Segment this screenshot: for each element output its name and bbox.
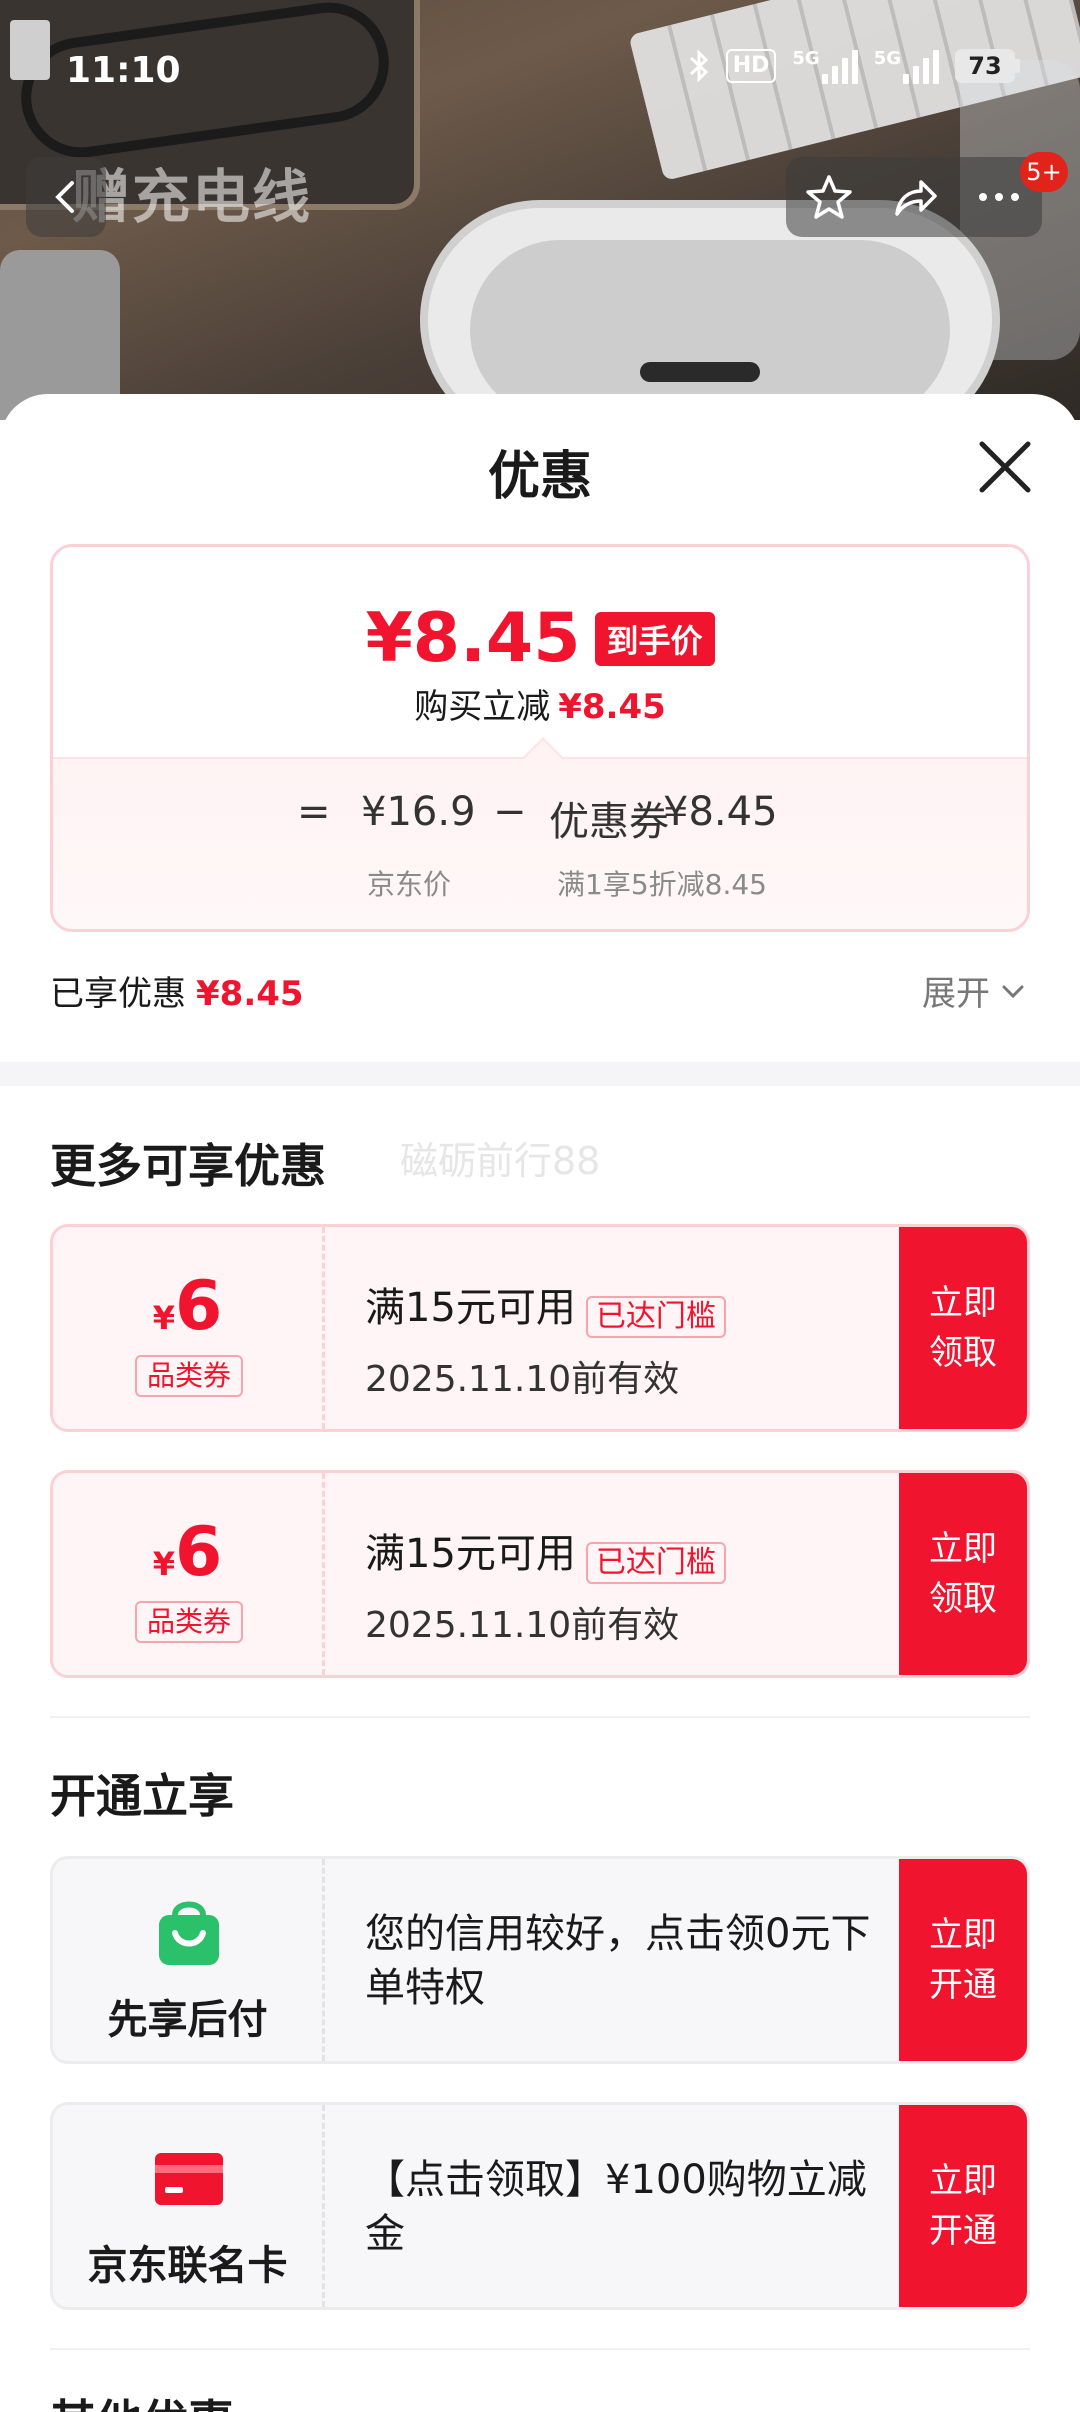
- section-gap: [0, 1062, 1080, 1086]
- bluetooth-icon: [689, 49, 708, 83]
- coupon-card: ¥6 品类券 满15元可用 已达门槛 2025.11.10前有效 立即 领取: [50, 1224, 1030, 1432]
- service-brand-block: 京东联名卡: [53, 2105, 325, 2307]
- back-button[interactable]: [26, 157, 106, 237]
- photo-device-inner: [470, 240, 950, 420]
- status-bar: 11:10 HD 5G 5G 73: [0, 0, 1080, 140]
- coupon-caption: 满1享5折减8.45: [557, 868, 767, 901]
- service-description: 您的信用较好，点击领0元下单特权: [365, 1911, 871, 2011]
- status-icons: HD 5G 5G 73: [688, 48, 1020, 84]
- share-icon: [895, 180, 937, 216]
- coupon-condition: 满15元可用: [365, 1531, 576, 1577]
- more-badge: 5+: [1020, 152, 1068, 192]
- final-price-tag: 到手价: [594, 611, 715, 666]
- expand-toggle[interactable]: 展开: [922, 966, 1026, 1015]
- close-button[interactable]: [970, 432, 1040, 502]
- battery-tip: [1015, 59, 1020, 73]
- coupon-valid-until: 2025.11.10前有效: [365, 1358, 680, 1400]
- coupon-currency: ¥: [152, 1545, 175, 1583]
- instant-reduce-row: 购买立减 ¥8.45: [53, 679, 1027, 728]
- battery-icon: 73: [955, 49, 1020, 83]
- claim-coupon-button[interactable]: 立即 领取: [899, 1227, 1027, 1429]
- service-card-pay-later: 先享后付 您的信用较好，点击领0元下单特权 立即 开通: [50, 1856, 1030, 2064]
- coupon-category: 品类券: [135, 1355, 244, 1397]
- photo-slot: [640, 362, 760, 382]
- final-price-row: ¥8.45 到手价: [53, 599, 1027, 678]
- formula-minus: −: [493, 789, 527, 835]
- expand-label: 展开: [922, 974, 990, 1014]
- chevron-left-icon: [55, 181, 74, 213]
- discount-sheet: 优惠 ¥8.45 到手价 购买立减 ¥8.45 = ¥16.9 − 优惠券 ¥8.4…: [0, 394, 1080, 2412]
- service-name: 先享后付: [107, 1997, 268, 2043]
- photo-caption: 赠充电线: [72, 163, 313, 231]
- network-type-2: 5G: [873, 48, 901, 69]
- price-card: ¥8.45 到手价 购买立减 ¥8.45 = ¥16.9 − 优惠券 ¥8.45 京…: [50, 544, 1030, 932]
- jd-price-caption: 京东价: [367, 868, 452, 901]
- activate-pay-later-button[interactable]: 立即 开通: [899, 1859, 1027, 2061]
- hd-icon: HD: [725, 49, 777, 83]
- activate-cobrand-card-button[interactable]: 立即 开通: [899, 2105, 1027, 2307]
- share-button[interactable]: [879, 162, 949, 232]
- chevron-down-icon: [1002, 985, 1024, 998]
- signal-1: 5G: [792, 48, 858, 84]
- coupon-info: 满15元可用 已达门槛 2025.11.10前有效: [365, 1275, 726, 1402]
- top-action-group: [786, 157, 1042, 237]
- coupon-value: ¥6: [53, 1267, 322, 1346]
- service-name: 京东联名卡: [87, 2243, 288, 2289]
- coupon-condition: 满15元可用: [365, 1285, 576, 1331]
- service-brand-block: 先享后付: [53, 1859, 325, 2061]
- other-offers-title: 其他优惠: [50, 2386, 234, 2412]
- coupon-currency: ¥: [152, 1299, 175, 1337]
- signal-bars-icon: [903, 48, 939, 84]
- favorite-button[interactable]: [794, 162, 864, 232]
- coupon-deduction-amount: ¥8.45: [663, 789, 778, 835]
- service-card-cobrand-card: 京东联名卡 【点击领取】¥100购物立减金 立即 开通: [50, 2102, 1030, 2310]
- coupon-card: ¥6 品类券 满15元可用 已达门槛 2025.11.10前有效 立即 领取: [50, 1470, 1030, 1678]
- credit-card-icon: [155, 2153, 223, 2205]
- coupon-value-block: ¥6 品类券: [53, 1227, 325, 1429]
- shopping-bag-icon: [159, 1901, 219, 1965]
- coupon-amount: 6: [174, 1267, 223, 1346]
- coupon-reached-tag: 已达门槛: [585, 1295, 726, 1338]
- more-dots-icon: [979, 193, 1020, 201]
- coupon-value: ¥6: [53, 1513, 322, 1592]
- price-top: ¥8.45 到手价 购买立减 ¥8.45: [53, 547, 1027, 757]
- service-description: 【点击领取】¥100购物立减金: [365, 2157, 867, 2257]
- enjoyed-discount: 已享优惠 ¥8.45: [50, 966, 304, 1015]
- coupon-valid-until: 2025.11.10前有效: [365, 1604, 680, 1646]
- claim-coupon-button[interactable]: 立即 领取: [899, 1473, 1027, 1675]
- price-formula: = ¥16.9 − 优惠券 ¥8.45 京东价 满1享5折减8.45: [53, 737, 1027, 929]
- coupon-category: 品类券: [135, 1601, 244, 1643]
- signal-bars-icon: [821, 48, 858, 84]
- signal-2: 5G: [874, 48, 939, 84]
- coupon-amount: 6: [174, 1513, 223, 1592]
- more-offers-title: 更多可享优惠: [50, 1139, 326, 1193]
- battery-level: 73: [955, 49, 1015, 83]
- close-icon: [979, 441, 1031, 493]
- enjoyed-amount: ¥8.45: [196, 974, 304, 1014]
- coupon-reached-tag: 已达门槛: [585, 1541, 726, 1584]
- network-type-1: 5G: [792, 48, 820, 69]
- final-price: ¥8.45: [365, 599, 581, 678]
- formula-equals: =: [297, 789, 331, 835]
- section-divider: [50, 2348, 1030, 2350]
- section-divider: [50, 1716, 1030, 1718]
- enjoyed-label: 已享优惠: [50, 974, 186, 1014]
- coupon-info: 满15元可用 已达门槛 2025.11.10前有效: [365, 1521, 726, 1648]
- coupon-value-block: ¥6 品类券: [53, 1473, 325, 1675]
- star-icon: [805, 175, 852, 219]
- instant-reduce-label: 购买立减: [414, 687, 551, 727]
- watermark: 磁砺前行88: [400, 1139, 601, 1183]
- open-enjoy-title: 开通立享: [50, 1769, 234, 1823]
- status-time: 11:10: [66, 50, 181, 91]
- sheet-title: 优惠: [487, 447, 592, 507]
- jd-price: ¥16.9: [361, 789, 476, 835]
- instant-reduce-amount: ¥8.45: [558, 687, 666, 727]
- coupon-deduction-label: 优惠券: [549, 799, 669, 845]
